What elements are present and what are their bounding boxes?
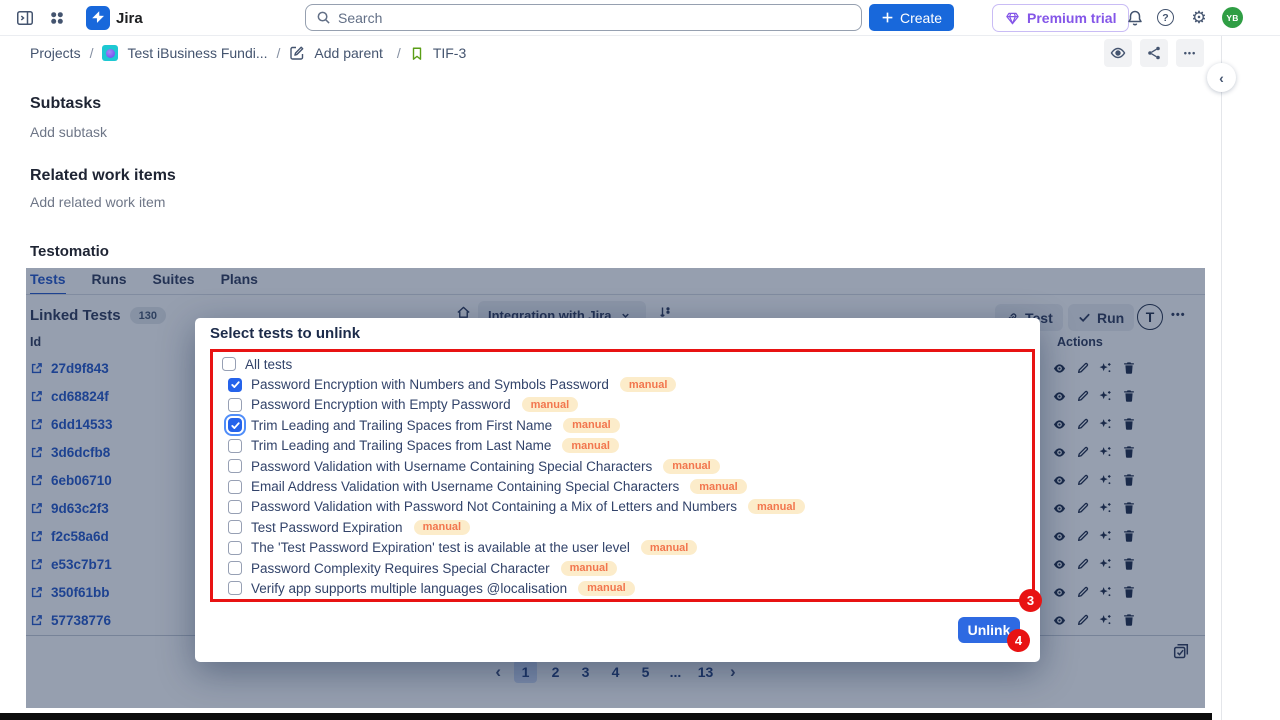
plus-icon [881, 11, 894, 24]
premium-trial-label: Premium trial [1027, 10, 1116, 26]
manual-badge: manual [578, 581, 635, 596]
window-bottom-edge [0, 713, 1212, 720]
chevron-left-icon: ‹ [1219, 70, 1224, 86]
test-checkbox[interactable] [228, 418, 242, 432]
test-checkbox[interactable] [228, 500, 242, 514]
test-checkbox-row: Trim Leading and Trailing Spaces from La… [228, 436, 1032, 456]
search-placeholder: Search [338, 10, 382, 26]
test-checkbox[interactable] [228, 541, 242, 555]
search-icon [316, 10, 331, 25]
test-checkbox-row: Password Complexity Requires Special Cha… [228, 558, 1032, 578]
test-checkbox-row: The 'Test Password Expiration' test is a… [228, 538, 1032, 558]
test-label: Trim Leading and Trailing Spaces from La… [251, 438, 551, 453]
test-checkbox-row: Email Address Validation with Username C… [228, 476, 1032, 496]
test-label: Verify app supports multiple languages @… [251, 581, 567, 596]
notifications-bell-icon[interactable] [1124, 7, 1146, 29]
premium-trial-button[interactable]: Premium trial [992, 4, 1129, 32]
app-switcher-icon[interactable] [46, 7, 68, 29]
test-checkbox[interactable] [228, 520, 242, 534]
test-label: Email Address Validation with Username C… [251, 479, 679, 494]
manual-badge: manual [522, 397, 579, 412]
sidebar-toggle-icon[interactable] [14, 7, 36, 29]
add-subtask-button[interactable]: Add subtask [30, 124, 107, 140]
manual-badge: manual [620, 377, 677, 392]
annotation-step-4: 4 [1007, 629, 1030, 652]
breadcrumb-projects[interactable]: Projects [30, 45, 81, 61]
question-glyph: ? [1162, 12, 1168, 24]
issue-actions: ••• [1104, 39, 1204, 67]
top-navigation-bar: Jira Search Create Premium trial ? ⚙ YB [0, 0, 1280, 36]
test-label: Password Encryption with Empty Password [251, 397, 511, 412]
test-label: Password Complexity Requires Special Cha… [251, 561, 550, 576]
test-label: Trim Leading and Trailing Spaces from Fi… [251, 418, 552, 433]
unlink-tests-modal: Select tests to unlink All tests Passwor… [195, 318, 1040, 662]
gear-glyph: ⚙ [1191, 8, 1206, 28]
test-checkbox-row: All tests [222, 354, 1032, 374]
modal-title: Select tests to unlink [210, 325, 360, 342]
breadcrumb-separator: / [397, 45, 401, 61]
test-label: Test Password Expiration [251, 520, 403, 535]
test-checkbox[interactable] [228, 480, 242, 494]
test-checkbox-row: Test Password Expiration manual [228, 517, 1032, 537]
test-checkbox[interactable] [222, 357, 236, 371]
search-input[interactable]: Search [305, 4, 862, 31]
breadcrumb-project-name[interactable]: Test iBusiness Fundi... [127, 45, 267, 61]
watch-eye-icon[interactable] [1104, 39, 1132, 67]
test-checkbox[interactable] [228, 459, 242, 473]
test-checkbox[interactable] [228, 439, 242, 453]
test-label: Password Validation with Username Contai… [251, 459, 652, 474]
manual-badge: manual [641, 540, 698, 555]
testomatio-widget-title: Testomatio [30, 243, 109, 260]
more-dots-glyph: ••• [1184, 48, 1196, 58]
manual-badge: manual [563, 418, 620, 433]
test-checkbox[interactable] [228, 378, 242, 392]
test-label: The 'Test Password Expiration' test is a… [251, 540, 630, 555]
manual-badge: manual [561, 561, 618, 576]
manual-badge: manual [414, 520, 471, 535]
test-checkbox[interactable] [228, 561, 242, 575]
share-icon[interactable] [1140, 39, 1168, 67]
breadcrumb-separator: / [90, 45, 94, 61]
settings-gear-icon[interactable]: ⚙ [1188, 7, 1210, 29]
annotation-highlight-box: All tests Password Encryption with Numbe… [210, 349, 1035, 602]
more-actions-icon[interactable]: ••• [1176, 39, 1204, 67]
panel-divider [1221, 36, 1222, 720]
test-checkbox-row: Password Encryption with Numbers and Sym… [228, 374, 1032, 394]
gem-icon [1005, 11, 1020, 26]
add-related-work-item-button[interactable]: Add related work item [30, 194, 165, 210]
collapse-panel-button[interactable]: ‹ [1207, 63, 1236, 92]
manual-badge: manual [690, 479, 747, 494]
test-label: All tests [245, 357, 292, 372]
breadcrumb-separator: / [277, 45, 281, 61]
create-button[interactable]: Create [869, 4, 954, 31]
test-checkbox-row: Password Validation with Username Contai… [228, 456, 1032, 476]
help-icon[interactable]: ? [1157, 9, 1174, 26]
test-checkbox-row: Trim Leading and Trailing Spaces from Fi… [228, 415, 1032, 435]
test-checkbox[interactable] [228, 581, 242, 595]
breadcrumb-issue-key[interactable]: TIF-3 [433, 45, 466, 61]
test-label: Password Validation with Password Not Co… [251, 499, 737, 514]
manual-badge: manual [562, 438, 619, 453]
annotation-step-3: 3 [1019, 589, 1042, 612]
jira-logo-icon[interactable] [86, 6, 110, 30]
breadcrumb: Projects / Test iBusiness Fundi... / Add… [0, 36, 1221, 70]
test-label: Password Encryption with Numbers and Sym… [251, 377, 609, 392]
related-work-items-title: Related work items [30, 167, 176, 185]
test-checkbox-row: Password Encryption with Empty Password … [228, 395, 1032, 415]
subtasks-title: Subtasks [30, 95, 101, 113]
test-checkbox[interactable] [228, 398, 242, 412]
manual-badge: manual [663, 459, 720, 474]
test-checkbox-row: Password Validation with Password Not Co… [228, 497, 1032, 517]
bookmark-icon [410, 46, 424, 61]
create-label: Create [900, 10, 942, 26]
add-parent-button[interactable]: Add parent [314, 45, 383, 61]
project-avatar-icon [102, 45, 118, 61]
avatar[interactable]: YB [1222, 7, 1243, 28]
edit-parent-icon [289, 45, 305, 61]
manual-badge: manual [748, 499, 805, 514]
app-name: Jira [116, 10, 143, 27]
test-checkbox-row: Verify app supports multiple languages @… [228, 578, 1032, 598]
